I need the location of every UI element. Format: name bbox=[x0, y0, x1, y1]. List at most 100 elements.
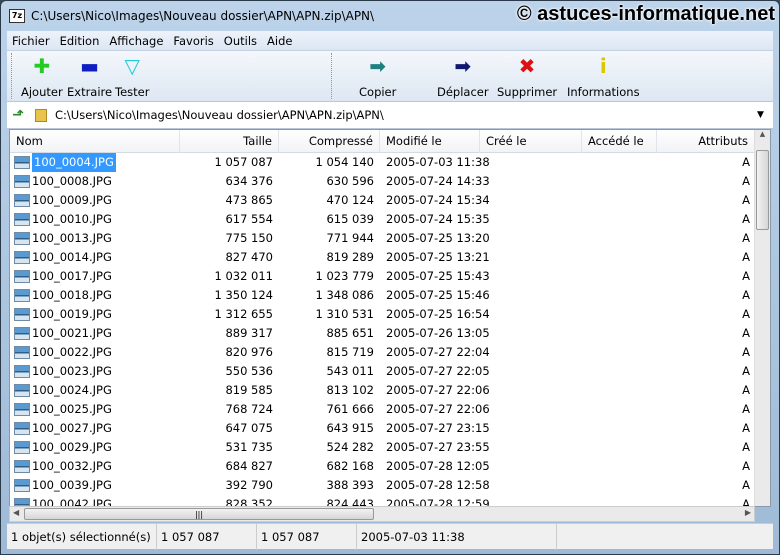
file-attributes: A bbox=[742, 459, 750, 473]
table-row[interactable]: 100_0008.JPG 634 376 630 596 2005-07-24 14:… bbox=[10, 172, 756, 191]
toolbar-ajouter-button[interactable]: ✚ Ajouter bbox=[21, 55, 63, 99]
column-accede[interactable]: Accédé le bbox=[582, 130, 657, 153]
file-name: 100_0004.JPG bbox=[32, 153, 116, 172]
menu-favoris[interactable]: Favoris bbox=[168, 34, 218, 48]
image-file-icon bbox=[14, 251, 30, 264]
file-size: 1 032 011 bbox=[214, 269, 273, 283]
file-packed-size: 771 944 bbox=[326, 231, 374, 245]
status-size: 1 057 087 bbox=[157, 524, 257, 550]
file-name: 100_0008.JPG bbox=[32, 174, 112, 188]
file-attributes: A bbox=[742, 174, 750, 188]
menu-fichier[interactable]: Fichier bbox=[7, 34, 55, 48]
table-row[interactable]: 100_0029.JPG 531 735 524 282 2005-07-27 23:… bbox=[10, 438, 756, 457]
file-attributes: A bbox=[742, 212, 750, 226]
column-attributs[interactable]: Attributs bbox=[657, 130, 755, 153]
window: 7z C:\Users\Nico\Images\Nouveau dossier\… bbox=[0, 0, 780, 555]
menu-edition[interactable]: Edition bbox=[55, 34, 105, 48]
table-row[interactable]: 100_0024.JPG 819 585 813 102 2005-07-27 22:… bbox=[10, 381, 756, 400]
table-row[interactable]: 100_0022.JPG 820 976 815 719 2005-07-27 22:… bbox=[10, 343, 756, 362]
scroll-right-icon[interactable]: ▶ bbox=[745, 508, 751, 517]
info-icon: i bbox=[599, 54, 607, 78]
file-name: 100_0017.JPG bbox=[32, 269, 112, 283]
horizontal-scroll-thumb[interactable]: ||| bbox=[24, 508, 374, 520]
table-row[interactable]: 100_0039.JPG 392 790 388 393 2005-07-28 12:… bbox=[10, 476, 756, 495]
toolbar-tester-button[interactable]: ▽ Tester bbox=[115, 55, 149, 99]
toolbar: ✚ Ajouter ▬ Extraire ▽ Tester ➡ Copier ➡ Déplacer… bbox=[7, 51, 773, 102]
file-name: 100_0010.JPG bbox=[32, 212, 112, 226]
folder-up-icon[interactable]: ⬏ bbox=[7, 107, 29, 123]
image-file-icon bbox=[14, 384, 30, 397]
file-attributes: A bbox=[742, 193, 750, 207]
table-row[interactable]: 100_0027.JPG 647 075 643 915 2005-07-27 23:… bbox=[10, 419, 756, 438]
file-attributes: A bbox=[742, 231, 750, 245]
file-name: 100_0013.JPG bbox=[32, 231, 112, 245]
table-row[interactable]: 100_0010.JPG 617 554 615 039 2005-07-24 15:… bbox=[10, 210, 756, 229]
toolbar-button-label: Extraire bbox=[67, 85, 113, 99]
image-file-icon bbox=[14, 156, 30, 169]
toolbar-deplacer-button[interactable]: ➡ Déplacer bbox=[437, 55, 489, 99]
file-modified: 2005-07-25 16:54 bbox=[386, 307, 490, 321]
table-row[interactable]: 100_0025.JPG 768 724 761 666 2005-07-27 22:… bbox=[10, 400, 756, 419]
file-packed-size: 524 282 bbox=[326, 440, 374, 454]
scroll-left-icon[interactable]: ◀ bbox=[13, 508, 19, 517]
file-size: 820 976 bbox=[225, 345, 273, 359]
file-modified: 2005-07-24 15:34 bbox=[386, 193, 490, 207]
toolbar-informations-button[interactable]: i Informations bbox=[567, 55, 640, 99]
toolbar-copier-button[interactable]: ➡ Copier bbox=[359, 55, 396, 99]
file-modified: 2005-07-27 23:15 bbox=[386, 421, 490, 435]
file-packed-size: 815 719 bbox=[326, 345, 374, 359]
table-row[interactable]: 100_0017.JPG 1 032 011 1 023 779 2005-07-25… bbox=[10, 267, 756, 286]
table-row[interactable]: 100_0023.JPG 550 536 543 011 2005-07-27 22:… bbox=[10, 362, 756, 381]
toolbar-supprimer-button[interactable]: ✖ Supprimer bbox=[497, 55, 557, 99]
file-packed-size: 1 054 140 bbox=[315, 155, 374, 169]
table-row[interactable]: 100_0032.JPG 684 827 682 168 2005-07-28 12:… bbox=[10, 457, 756, 476]
file-size: 531 735 bbox=[225, 440, 273, 454]
column-compresse[interactable]: Compressé bbox=[279, 130, 380, 153]
image-file-icon bbox=[14, 270, 30, 283]
file-size: 473 865 bbox=[225, 193, 273, 207]
file-packed-size: 615 039 bbox=[326, 212, 374, 226]
menu-aide[interactable]: Aide bbox=[262, 34, 297, 48]
image-file-icon bbox=[14, 422, 30, 435]
column-cree[interactable]: Créé le bbox=[480, 130, 582, 153]
table-row[interactable]: 100_0004.JPG 1 057 087 1 054 140 2005-07-03… bbox=[10, 153, 756, 172]
vertical-scroll-thumb[interactable] bbox=[756, 150, 769, 230]
column-modifie[interactable]: Modifié le bbox=[380, 130, 480, 153]
table-row[interactable]: 100_0021.JPG 889 317 885 651 2005-07-26 13:… bbox=[10, 324, 756, 343]
file-name: 100_0027.JPG bbox=[32, 421, 112, 435]
scroll-up-icon[interactable]: ▲ bbox=[755, 130, 770, 138]
file-attributes: A bbox=[742, 383, 750, 397]
file-size: 647 075 bbox=[225, 421, 273, 435]
file-attributes: A bbox=[742, 364, 750, 378]
file-modified: 2005-07-27 23:55 bbox=[386, 440, 490, 454]
menu-affichage[interactable]: Affichage bbox=[104, 34, 168, 48]
file-name: 100_0039.JPG bbox=[32, 478, 112, 492]
menu-outils[interactable]: Outils bbox=[219, 34, 262, 48]
horizontal-scrollbar[interactable]: ◀ ||| ▶ bbox=[9, 506, 755, 522]
address-path-input[interactable]: C:\Users\Nico\Images\Nouveau dossier\APN… bbox=[55, 108, 757, 122]
column-taille[interactable]: Taille bbox=[180, 130, 279, 153]
column-nom[interactable]: Nom bbox=[10, 130, 180, 153]
watermark: © astuces-informatique.net bbox=[516, 3, 775, 25]
table-row[interactable]: 100_0013.JPG 775 150 771 944 2005-07-25 13:… bbox=[10, 229, 756, 248]
toolbar-button-label: Tester bbox=[115, 85, 150, 99]
table-row[interactable]: 100_0019.JPG 1 312 655 1 310 531 2005-07-25… bbox=[10, 305, 756, 324]
file-attributes: A bbox=[742, 307, 750, 321]
file-name: 100_0021.JPG bbox=[32, 326, 112, 340]
toolbar-extraire-button[interactable]: ▬ Extraire bbox=[67, 55, 112, 99]
plus-icon: ✚ bbox=[33, 54, 51, 78]
image-file-icon bbox=[14, 460, 30, 473]
chevron-down-icon[interactable]: ▼ bbox=[757, 110, 773, 120]
move-arrow-icon: ➡ bbox=[454, 54, 472, 78]
file-size: 1 350 124 bbox=[214, 288, 273, 302]
table-row[interactable]: 100_0014.JPG 827 470 819 289 2005-07-25 13:… bbox=[10, 248, 756, 267]
file-modified: 2005-07-24 15:35 bbox=[386, 212, 490, 226]
image-file-icon bbox=[14, 346, 30, 359]
file-attributes: A bbox=[742, 326, 750, 340]
file-attributes: A bbox=[742, 345, 750, 359]
file-modified: 2005-07-25 15:43 bbox=[386, 269, 490, 283]
table-row[interactable]: 100_0018.JPG 1 350 124 1 348 086 2005-07-25… bbox=[10, 286, 756, 305]
vertical-scrollbar[interactable]: ▲ bbox=[754, 130, 770, 506]
window-title: C:\Users\Nico\Images\Nouveau dossier\APN… bbox=[31, 9, 375, 23]
table-row[interactable]: 100_0009.JPG 473 865 470 124 2005-07-24 15:… bbox=[10, 191, 756, 210]
